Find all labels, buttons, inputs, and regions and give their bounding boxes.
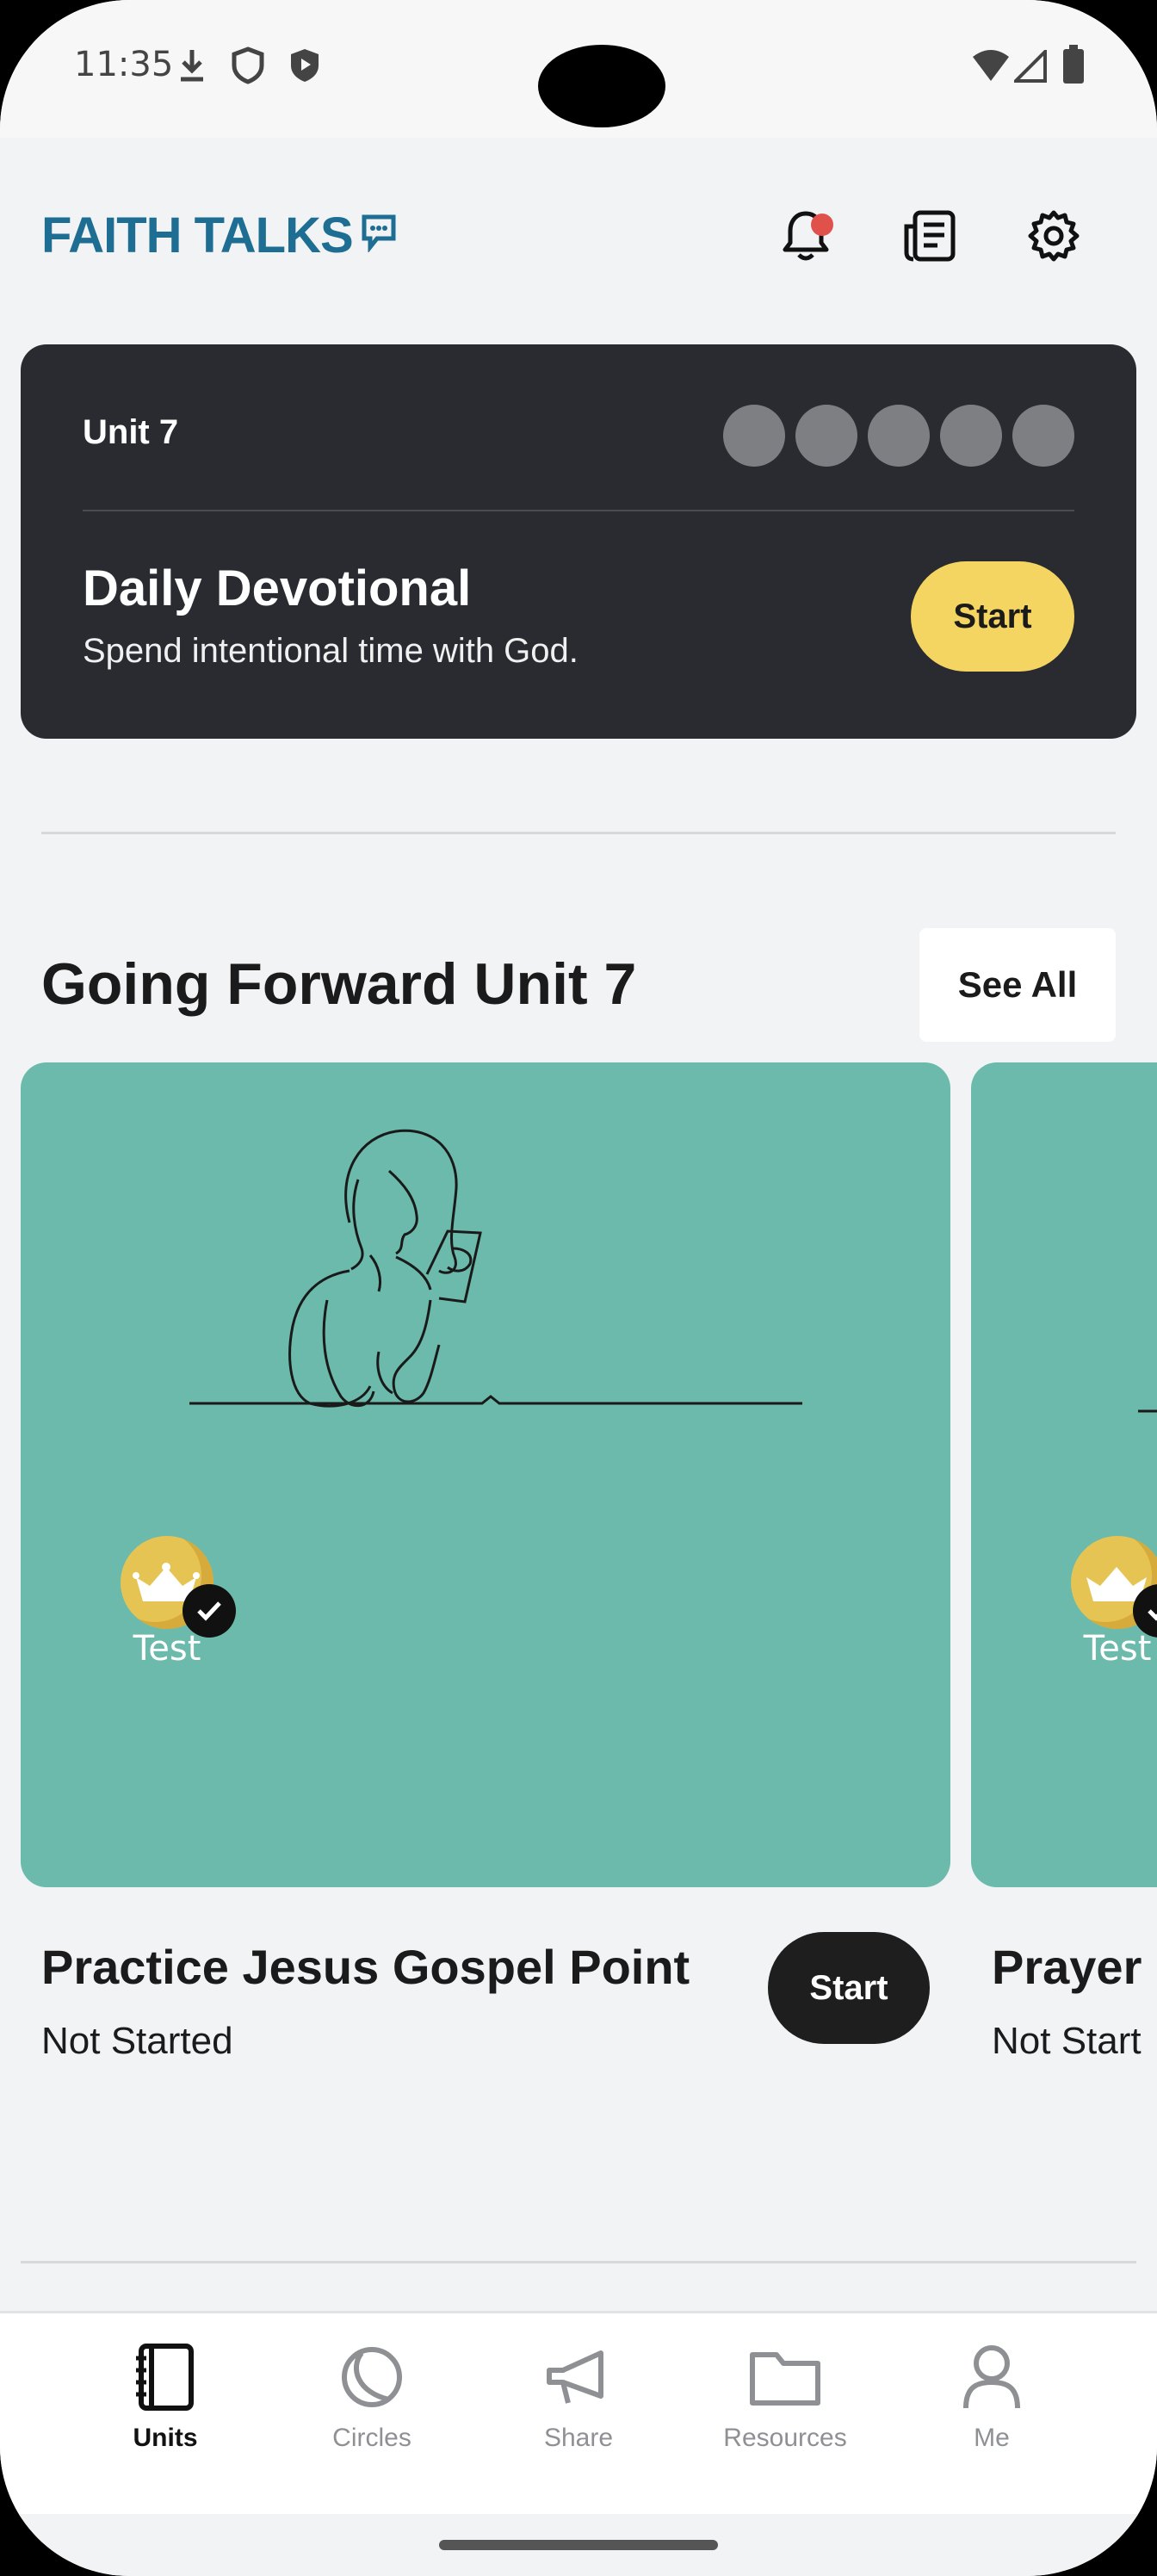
progress-dot bbox=[795, 405, 857, 467]
progress-dot bbox=[723, 405, 785, 467]
wifi-icon bbox=[971, 48, 1011, 87]
daily-devotional-card[interactable]: Unit 7 Daily Devotional Spend intentiona… bbox=[21, 344, 1136, 739]
notebook-icon bbox=[133, 2343, 198, 2418]
nav-label: Circles bbox=[332, 2424, 411, 2452]
badge-circle bbox=[121, 1536, 236, 1638]
news-icon bbox=[903, 209, 956, 267]
shield-play-icon bbox=[288, 46, 322, 89]
signal-icon bbox=[1012, 47, 1047, 87]
lesson-card[interactable]: Test bbox=[971, 1062, 1157, 1887]
download-icon bbox=[176, 46, 208, 89]
phone-screen: 11:35 FAITH TALKS Unit 7 Daily Devotiona… bbox=[0, 0, 1157, 2576]
chat-bubble-icon bbox=[362, 207, 396, 264]
nav-label: Units bbox=[133, 2424, 198, 2452]
section-divider bbox=[41, 832, 1116, 834]
lesson-title: Practice Jesus Gospel Point bbox=[41, 1940, 690, 1994]
section-title: Going Forward Unit 7 bbox=[41, 951, 637, 1017]
unit-label: Unit 7 bbox=[83, 413, 179, 451]
nav-label: Share bbox=[543, 2424, 614, 2452]
status-time: 11:35 bbox=[74, 45, 174, 84]
nav-circles[interactable]: Circles bbox=[286, 2343, 458, 2453]
badge-label: Test bbox=[133, 1629, 201, 1669]
lesson-status: Not Started bbox=[41, 2020, 233, 2062]
logo-text: FAITH TALKS bbox=[41, 207, 354, 263]
gear-icon bbox=[1027, 209, 1080, 267]
shield-icon bbox=[231, 46, 265, 89]
person-icon bbox=[959, 2343, 1024, 2418]
nav-label: Resources bbox=[723, 2424, 847, 2452]
home-gesture-bar[interactable] bbox=[439, 2540, 718, 2550]
nav-resources[interactable]: Resources bbox=[699, 2343, 871, 2453]
illustration-fragment bbox=[1138, 1403, 1157, 1419]
card-divider bbox=[83, 510, 1074, 511]
devotional-start-button[interactable]: Start bbox=[911, 561, 1074, 672]
nav-label: Me bbox=[974, 2424, 1010, 2452]
lesson-title: Prayer bbox=[992, 1940, 1142, 1994]
notifications-button[interactable] bbox=[771, 203, 840, 272]
app-logo: FAITH TALKS bbox=[41, 207, 396, 264]
woman-with-phone-illustration bbox=[189, 1119, 809, 1451]
circles-icon bbox=[339, 2343, 405, 2418]
progress-dots bbox=[723, 405, 1074, 467]
section-divider bbox=[21, 2261, 1136, 2263]
news-button[interactable] bbox=[895, 203, 964, 272]
folder-icon bbox=[749, 2343, 821, 2418]
nav-units[interactable]: Units bbox=[79, 2343, 251, 2453]
test-badge: Test bbox=[121, 1536, 236, 1669]
progress-dot bbox=[1012, 405, 1074, 467]
megaphone-icon bbox=[544, 2343, 613, 2418]
badge-circle bbox=[1071, 1536, 1157, 1638]
see-all-button[interactable]: See All bbox=[919, 928, 1116, 1042]
devotional-subtitle: Spend intentional time with God. bbox=[83, 632, 578, 670]
bottom-navigation: Units Circles Share Resources Me bbox=[0, 2311, 1157, 2517]
notification-dot bbox=[811, 214, 833, 236]
progress-dot bbox=[868, 405, 930, 467]
lesson-start-button[interactable]: Start bbox=[768, 1932, 930, 2044]
lesson-card[interactable]: Test bbox=[21, 1062, 950, 1887]
camera-cutout bbox=[538, 45, 665, 127]
settings-button[interactable] bbox=[1019, 203, 1088, 272]
lesson-status: Not Start bbox=[992, 2020, 1142, 2062]
badge-label: Test bbox=[1083, 1629, 1152, 1669]
battery-icon bbox=[1062, 45, 1085, 89]
nav-share[interactable]: Share bbox=[492, 2343, 665, 2453]
test-badge: Test bbox=[1071, 1536, 1157, 1669]
nav-me[interactable]: Me bbox=[906, 2343, 1078, 2453]
status-bar: 11:35 bbox=[0, 0, 1157, 138]
devotional-title: Daily Devotional bbox=[83, 560, 472, 616]
progress-dot bbox=[940, 405, 1002, 467]
